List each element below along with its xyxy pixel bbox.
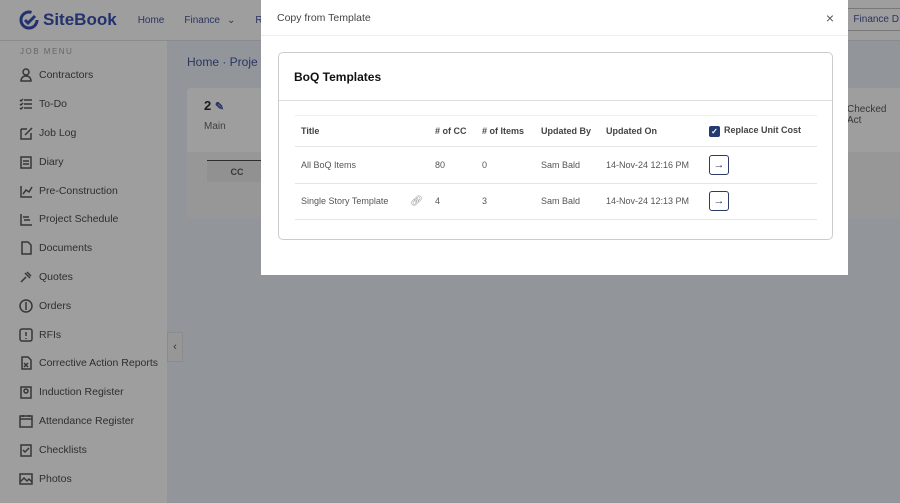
replace-unit-cost-checkbox[interactable]: ✓ (709, 125, 720, 137)
copy-from-template-dialog: Copy from Template × BoQ Templates Title… (261, 0, 848, 275)
replace-unit-cost-header: ✓ Replace Unit Cost (703, 115, 817, 147)
templates-table: Title # of CC # of Items Updated By Upda… (295, 115, 817, 220)
updated-by: Sam Bald (535, 183, 600, 220)
template-title: Single Story Template 🔗︎ (295, 183, 429, 220)
col-items: # of Items (476, 115, 535, 147)
item-count: 0 (476, 146, 535, 184)
replace-unit-cost-label: Replace Unit Cost (724, 125, 802, 136)
select-template-button[interactable]: → (709, 191, 729, 212)
updated-on: 14-Nov-24 12:13 PM (600, 183, 703, 220)
cc-count: 4 (429, 183, 476, 220)
item-count: 3 (476, 183, 535, 220)
arrow-right-icon: → (713, 195, 725, 208)
template-title-text: All BoQ Items (301, 159, 357, 170)
col-updated-on: Updated On (600, 115, 703, 147)
col-title: Title (295, 115, 429, 147)
updated-on: 14-Nov-24 12:16 PM (600, 146, 703, 184)
template-title-text: Single Story Template (301, 195, 389, 206)
col-cc: # of CC (429, 115, 476, 147)
arrow-right-icon: → (713, 158, 725, 171)
close-icon[interactable]: × (826, 10, 834, 26)
select-template-button[interactable]: → (709, 154, 729, 175)
cc-count: 80 (429, 146, 476, 184)
boq-templates-panel: BoQ Templates Title # of CC # of Items U… (278, 52, 833, 240)
table-row: All BoQ Items 80 0 Sam Bald 14-Nov-24 12… (295, 146, 817, 184)
updated-by: Sam Bald (535, 146, 600, 184)
table-row: Single Story Template 🔗︎ 4 3 Sam Bald 14-… (295, 183, 817, 220)
template-title: All BoQ Items (295, 146, 429, 184)
dialog-title: Copy from Template (277, 11, 371, 24)
section-title: BoQ Templates (279, 53, 832, 101)
col-updated-by: Updated By (535, 115, 600, 147)
link-icon: 🔗︎ (410, 195, 423, 207)
